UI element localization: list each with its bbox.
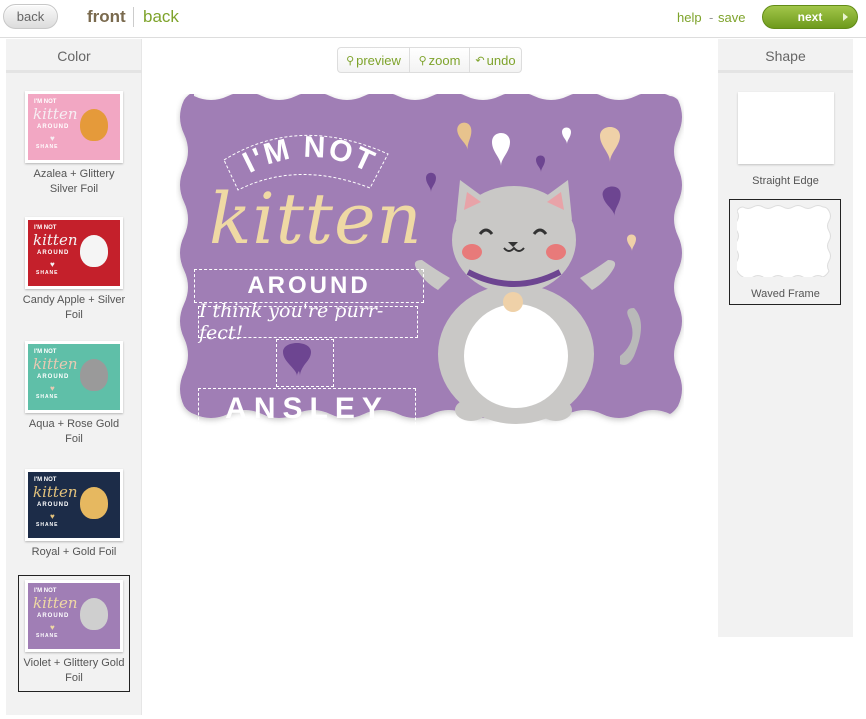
color-swatch[interactable]: I'M NOT kitten AROUND SHANE ♥ Violet + Glitte… bbox=[18, 575, 130, 692]
waved-frame-thumb bbox=[737, 205, 831, 277]
thumb-name: SHANE bbox=[36, 270, 59, 276]
thumb-line3: AROUND bbox=[37, 250, 70, 256]
shape-panel: Shape Straight Edge Waved Frame bbox=[718, 39, 853, 637]
arrow-right-icon bbox=[843, 13, 848, 21]
swatch-thumbnail: I'M NOT kitten AROUND SHANE ♥ bbox=[25, 469, 123, 541]
preview-label: preview bbox=[356, 52, 401, 68]
card-name-textbox[interactable]: ANSLEY bbox=[198, 388, 416, 430]
save-link[interactable]: save bbox=[718, 10, 745, 25]
heart-icon: ♥ bbox=[50, 623, 55, 632]
thumb-line2: kitten bbox=[33, 355, 78, 373]
swatch-thumbnail: I'M NOT kitten AROUND SHANE ♥ bbox=[25, 580, 123, 652]
cat-icon bbox=[80, 109, 108, 141]
color-swatch[interactable]: I'M NOT kitten AROUND SHANE ♥ Azalea + Glitte… bbox=[19, 91, 129, 197]
thumb-line2: kitten bbox=[33, 483, 78, 501]
help-link[interactable]: help bbox=[677, 10, 702, 25]
thumb-line2: kitten bbox=[33, 231, 78, 249]
swatch-label: Violet + Glittery Gold Foil bbox=[23, 657, 125, 684]
thumb-line2: kitten bbox=[33, 105, 78, 123]
next-button[interactable]: next bbox=[762, 5, 858, 29]
undo-label: undo bbox=[486, 52, 516, 68]
zoom-label: zoom bbox=[428, 52, 461, 68]
heart-icon: ♥ bbox=[50, 384, 55, 393]
editor-toolbar: ⚲ preview ⚲ zoom ↶ undo bbox=[337, 47, 522, 73]
thumb-line3: AROUND bbox=[37, 124, 70, 130]
color-panel-title: Color bbox=[57, 48, 91, 64]
back-button[interactable]: back bbox=[3, 4, 58, 29]
panel-divider bbox=[6, 70, 142, 73]
magnifier-icon: ⚲ bbox=[346, 54, 355, 67]
shape-option-straight-edge[interactable] bbox=[738, 92, 834, 164]
zoom-icon: ⚲ bbox=[418, 54, 427, 67]
panel-divider bbox=[718, 70, 853, 73]
svg-text:I'M NOT: I'M NOT bbox=[238, 131, 381, 180]
top-bar: back front back help - save next bbox=[0, 0, 866, 38]
zoom-button[interactable]: ⚲ zoom bbox=[410, 48, 470, 72]
shape-label-waved-frame: Waved Frame bbox=[751, 288, 820, 300]
card-line3-textbox[interactable]: AROUND bbox=[194, 269, 424, 303]
card-preview[interactable]: I'M NOT kitten AROUND I think you're pur… bbox=[176, 94, 684, 453]
shape-option-waved-frame[interactable]: Waved Frame bbox=[729, 199, 841, 305]
thumb-name: SHANE bbox=[36, 394, 59, 400]
thumb-name: SHANE bbox=[36, 144, 59, 150]
color-swatch[interactable]: I'M NOT kitten AROUND SHANE ♥ Candy Apple + S… bbox=[19, 217, 129, 323]
swatch-thumbnail: I'M NOT kitten AROUND SHANE ♥ bbox=[25, 217, 123, 289]
tab-divider bbox=[133, 7, 134, 27]
thumb-line3: AROUND bbox=[37, 374, 70, 380]
cat-icon bbox=[80, 598, 108, 630]
color-swatch[interactable]: I'M NOT kitten AROUND SHANE ♥ Aqua + Rose Gol… bbox=[19, 341, 129, 447]
card-heart-placeholder[interactable] bbox=[276, 339, 334, 387]
swatch-label: Azalea + Glittery Silver Foil bbox=[33, 168, 115, 195]
shape-label-straight-edge: Straight Edge bbox=[752, 175, 819, 187]
heart-icon bbox=[283, 343, 311, 376]
swatch-thumbnail: I'M NOT kitten AROUND SHANE ♥ bbox=[25, 341, 123, 413]
shape-panel-title: Shape bbox=[765, 48, 806, 64]
card-line1: I'M NOT bbox=[238, 131, 379, 180]
thumb-line3: AROUND bbox=[37, 502, 70, 508]
heart-icon: ♥ bbox=[50, 134, 55, 143]
swatch-label: Aqua + Rose Gold Foil bbox=[28, 418, 120, 445]
heart-icon: ♥ bbox=[50, 512, 55, 521]
card-line2[interactable]: kitten bbox=[209, 178, 423, 260]
color-swatch[interactable]: I'M NOT kitten AROUND SHANE ♥ Royal + Gold Fo… bbox=[19, 469, 129, 560]
swatch-label: Royal + Gold Foil bbox=[31, 546, 117, 558]
cat-icon bbox=[80, 487, 108, 519]
swatch-thumbnail: I'M NOT kitten AROUND SHANE ♥ bbox=[25, 91, 123, 163]
undo-button[interactable]: ↶ undo bbox=[470, 48, 521, 72]
cat-icon bbox=[80, 359, 108, 391]
cat-icon bbox=[80, 235, 108, 267]
heart-icon: ♥ bbox=[50, 260, 55, 269]
tab-back[interactable]: back bbox=[143, 7, 179, 27]
preview-button[interactable]: ⚲ preview bbox=[338, 48, 410, 72]
thumb-line2: kitten bbox=[33, 594, 78, 612]
thumb-name: SHANE bbox=[36, 633, 59, 639]
swatch-label: Candy Apple + Silver Foil bbox=[22, 294, 126, 321]
undo-icon: ↶ bbox=[475, 54, 485, 67]
link-separator: - bbox=[709, 10, 714, 25]
thumb-name: SHANE bbox=[36, 522, 59, 528]
color-panel: Color I'M NOT kitten AROUND SHANE ♥ Azalea + … bbox=[6, 39, 142, 715]
thumb-line3: AROUND bbox=[37, 613, 70, 619]
card-message-textbox[interactable]: I think you're purr-fect! bbox=[198, 300, 418, 344]
tab-front[interactable]: front bbox=[87, 7, 126, 27]
next-label: next bbox=[797, 10, 823, 24]
